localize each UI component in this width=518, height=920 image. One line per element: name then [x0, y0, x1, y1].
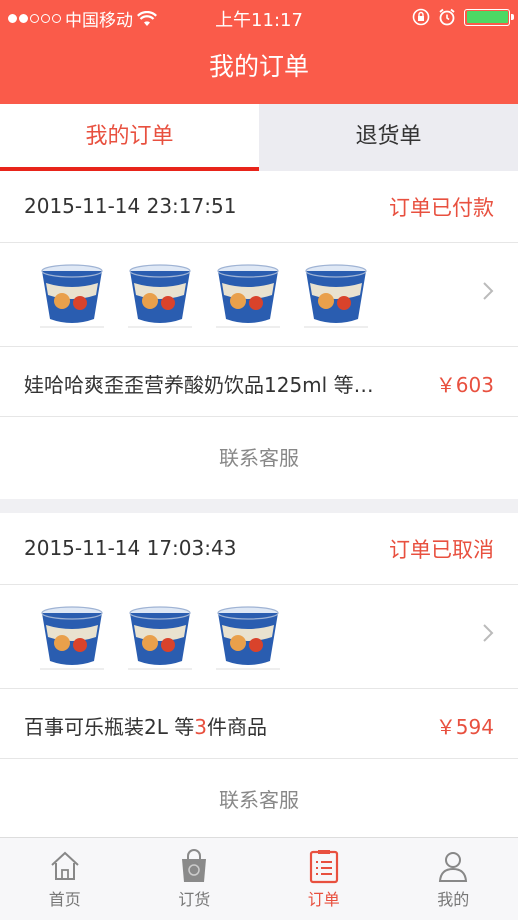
order-status: 订单已付款 [389, 196, 494, 220]
product-thumbnail [216, 603, 280, 671]
order-tabs: 我的订单 退货单 [0, 104, 518, 171]
tabbar-orders[interactable]: 订单 [259, 838, 389, 920]
tabbar-label: 我的 [437, 890, 470, 909]
tabbar-order-goods[interactable]: 订货 [130, 838, 260, 920]
order-summary: 百事可乐瓶装2L 等3件商品 ￥594 [0, 689, 518, 759]
page-title: 我的订单 [0, 34, 518, 104]
order-summary: 娃哈哈爽歪歪营养酸奶饮品125ml 等… ￥603 [0, 347, 518, 417]
bottom-tab-bar: 首页 订货 订单 我的 [0, 837, 518, 920]
order-products-row[interactable] [0, 243, 518, 347]
alarm-icon [439, 8, 455, 26]
summary-suffix: 件商品 [206, 715, 267, 739]
product-thumbnail [216, 261, 280, 329]
product-thumbnail [128, 261, 192, 329]
shopping-bag-icon [182, 849, 207, 882]
product-thumbnails [40, 261, 368, 329]
home-icon [51, 851, 79, 880]
contact-service-button[interactable]: 联系客服 [0, 417, 518, 499]
tab-returns[interactable]: 退货单 [259, 104, 518, 171]
tab-my-orders[interactable]: 我的订单 [0, 104, 259, 171]
order-product-summary: 娃哈哈爽歪歪营养酸奶饮品125ml 等… [24, 373, 374, 397]
chevron-right-icon [483, 282, 494, 300]
battery-icon [464, 8, 514, 26]
user-icon [439, 852, 468, 882]
order-header: 2015-11-14 17:03:43 订单已取消 [0, 513, 518, 585]
order-header: 2015-11-14 23:17:51 订单已付款 [0, 171, 518, 243]
order-status: 订单已取消 [389, 538, 494, 562]
status-bar: 中国移动 上午11:17 [0, 0, 518, 34]
order-price: ￥594 [435, 715, 494, 739]
order-card: 2015-11-14 17:03:43 订单已取消 百事可乐瓶装2L 等3件商品… [0, 513, 518, 841]
tabbar-label: 首页 [48, 890, 81, 909]
order-products-row[interactable] [0, 585, 518, 689]
tabbar-label: 订货 [178, 890, 211, 909]
order-list-icon [309, 850, 338, 884]
order-price: ￥603 [435, 373, 494, 397]
tabbar-mine[interactable]: 我的 [389, 838, 518, 920]
product-thumbnail [40, 603, 104, 671]
order-product-summary: 百事可乐瓶装2L 等3件商品 [24, 711, 267, 740]
product-thumbnails [40, 603, 280, 671]
item-count: 3 [194, 715, 207, 739]
tabbar-home[interactable]: 首页 [0, 838, 130, 920]
order-date: 2015-11-14 17:03:43 [24, 536, 237, 560]
product-thumbnail [128, 603, 192, 671]
order-card: 2015-11-14 23:17:51 订单已付款 娃哈哈爽歪歪营养酸奶饮品12… [0, 171, 518, 499]
contact-service-button[interactable]: 联系客服 [0, 759, 518, 841]
product-thumbnail [40, 261, 104, 329]
chevron-right-icon [483, 624, 494, 642]
product-thumbnail [304, 261, 368, 329]
tabbar-label: 订单 [307, 890, 340, 909]
order-date: 2015-11-14 23:17:51 [24, 194, 237, 218]
rotation-lock-icon [412, 8, 430, 26]
summary-prefix: 百事可乐瓶装2L 等 [24, 715, 195, 739]
